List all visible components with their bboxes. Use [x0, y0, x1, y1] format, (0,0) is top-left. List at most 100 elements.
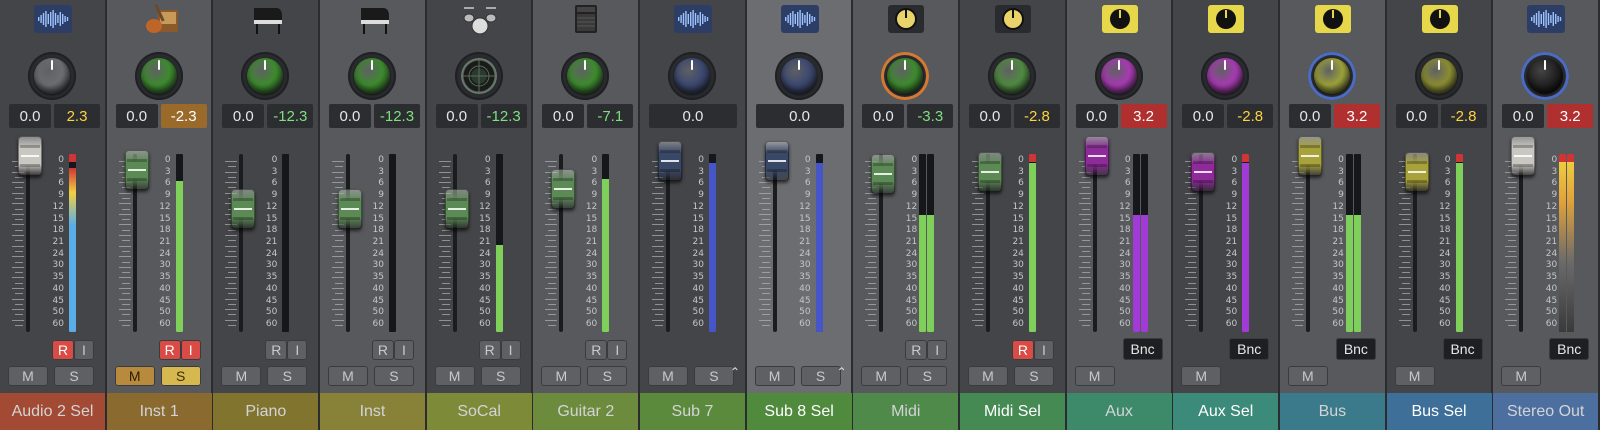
grand-piano-icon[interactable] [245, 2, 287, 36]
amp-icon[interactable] [565, 2, 607, 36]
mute-button[interactable]: M [754, 366, 795, 386]
pan-knob[interactable] [1094, 52, 1143, 100]
channel-name[interactable]: Midi Sel [959, 393, 1065, 430]
volume-fader[interactable] [1084, 135, 1109, 176]
clock-knob-icon[interactable] [885, 2, 927, 36]
input-monitor-button[interactable]: I [393, 340, 414, 360]
yellow-knob-icon[interactable] [1205, 2, 1247, 36]
input-monitor-button[interactable]: I [607, 340, 628, 360]
volume-fader[interactable] [977, 151, 1002, 192]
mute-button[interactable]: M [434, 366, 475, 386]
pan-knob[interactable] [1521, 52, 1570, 100]
volume-fader[interactable] [551, 168, 576, 209]
mute-button[interactable]: M [327, 366, 368, 386]
volume-fader[interactable] [764, 141, 789, 181]
record-button[interactable]: R [265, 340, 288, 360]
solo-button[interactable]: S [480, 366, 521, 386]
solo-button[interactable]: S [373, 366, 414, 386]
yellow-knob-icon[interactable] [1419, 2, 1461, 36]
pan-knob[interactable] [881, 52, 930, 100]
solo-button[interactable]: S [267, 366, 308, 386]
input-monitor-button[interactable]: I [1033, 340, 1054, 360]
channel-name[interactable]: Aux Sel [1173, 393, 1279, 430]
yellow-knob-icon[interactable] [1312, 2, 1354, 36]
volume-fader[interactable] [657, 141, 682, 181]
mute-button[interactable]: M [1287, 366, 1328, 386]
pan-knob[interactable] [134, 52, 183, 100]
record-button[interactable]: R [478, 340, 501, 360]
record-button[interactable]: R [905, 340, 928, 360]
volume-fader[interactable] [337, 189, 362, 230]
waveform-icon[interactable] [672, 2, 714, 36]
input-monitor-button[interactable]: I [180, 340, 201, 360]
volume-fader[interactable] [1297, 135, 1322, 176]
grand-piano-icon[interactable] [352, 2, 394, 36]
input-monitor-button[interactable]: I [927, 340, 948, 360]
channel-name[interactable]: Bus [1279, 393, 1385, 430]
record-button[interactable]: R [52, 340, 74, 360]
record-button[interactable]: R [1011, 340, 1034, 360]
record-button[interactable]: R [585, 340, 608, 360]
pan-knob[interactable] [987, 52, 1036, 100]
record-button[interactable]: R [158, 340, 181, 360]
solo-button[interactable]: S [54, 366, 94, 386]
bounce-button[interactable]: Bnc [1335, 338, 1376, 360]
volume-fader[interactable] [231, 189, 256, 230]
waveform-icon[interactable] [32, 2, 74, 36]
channel-name[interactable]: Aux [1066, 393, 1172, 430]
channel-name[interactable]: Guitar 2 [533, 393, 639, 430]
solo-button[interactable]: S [587, 366, 628, 386]
clock-knob-icon[interactable] [992, 2, 1034, 36]
channel-name[interactable]: Stereo Out [1493, 393, 1599, 430]
volume-fader[interactable] [1511, 135, 1536, 176]
mute-button[interactable]: M [541, 366, 582, 386]
channel-name[interactable]: Sub 7 [639, 393, 745, 430]
mute-button[interactable]: M [114, 366, 155, 386]
waveform-icon[interactable] [779, 2, 821, 36]
expand-arrow-icon[interactable]: ⌃ [837, 365, 847, 379]
yellow-knob-icon[interactable] [1099, 2, 1141, 36]
solo-button[interactable]: S [800, 366, 841, 386]
channel-name[interactable]: Inst 1 [106, 393, 212, 430]
solo-button[interactable]: S [907, 366, 948, 386]
channel-name[interactable]: Sub 8 Sel [746, 393, 852, 430]
input-monitor-button[interactable]: I [74, 340, 94, 360]
input-monitor-button[interactable]: I [500, 340, 521, 360]
input-monitor-button[interactable]: I [287, 340, 308, 360]
volume-fader[interactable] [1191, 151, 1216, 192]
volume-fader[interactable] [124, 149, 149, 190]
channel-name[interactable]: Bus Sel [1386, 393, 1492, 430]
volume-fader[interactable] [444, 189, 469, 230]
volume-fader[interactable] [18, 136, 42, 176]
pan-knob[interactable] [561, 52, 610, 100]
bounce-button[interactable]: Bnc [1549, 338, 1590, 360]
guitar-icon[interactable] [139, 2, 181, 36]
channel-name[interactable]: Piano [213, 393, 319, 430]
pan-knob[interactable] [241, 52, 290, 100]
mute-button[interactable]: M [1074, 366, 1115, 386]
pan-knob[interactable] [774, 52, 823, 100]
mute-button[interactable]: M [967, 366, 1008, 386]
mute-button[interactable]: M [1181, 366, 1222, 386]
channel-name[interactable]: SoCal [426, 393, 532, 430]
bounce-button[interactable]: Bnc [1442, 338, 1483, 360]
solo-button[interactable]: S [1013, 366, 1054, 386]
mute-button[interactable]: M [8, 366, 48, 386]
pan-knob[interactable] [667, 52, 716, 100]
channel-name[interactable]: Audio 2 Sel [0, 393, 105, 430]
pan-knob[interactable] [454, 52, 503, 100]
pan-knob[interactable] [1414, 52, 1463, 100]
solo-button[interactable]: S [160, 366, 201, 386]
waveform-icon[interactable] [1525, 2, 1567, 36]
volume-fader[interactable] [871, 153, 896, 194]
pan-knob[interactable] [1201, 52, 1250, 100]
channel-name[interactable]: Midi [853, 393, 959, 430]
drum-kit-icon[interactable] [459, 2, 501, 36]
pan-knob[interactable] [28, 52, 76, 100]
mute-button[interactable]: M [647, 366, 688, 386]
mute-button[interactable]: M [221, 366, 262, 386]
pan-knob[interactable] [347, 52, 396, 100]
volume-fader[interactable] [1404, 151, 1429, 192]
pan-knob[interactable] [1307, 52, 1356, 100]
expand-arrow-icon[interactable]: ⌃ [730, 365, 740, 379]
